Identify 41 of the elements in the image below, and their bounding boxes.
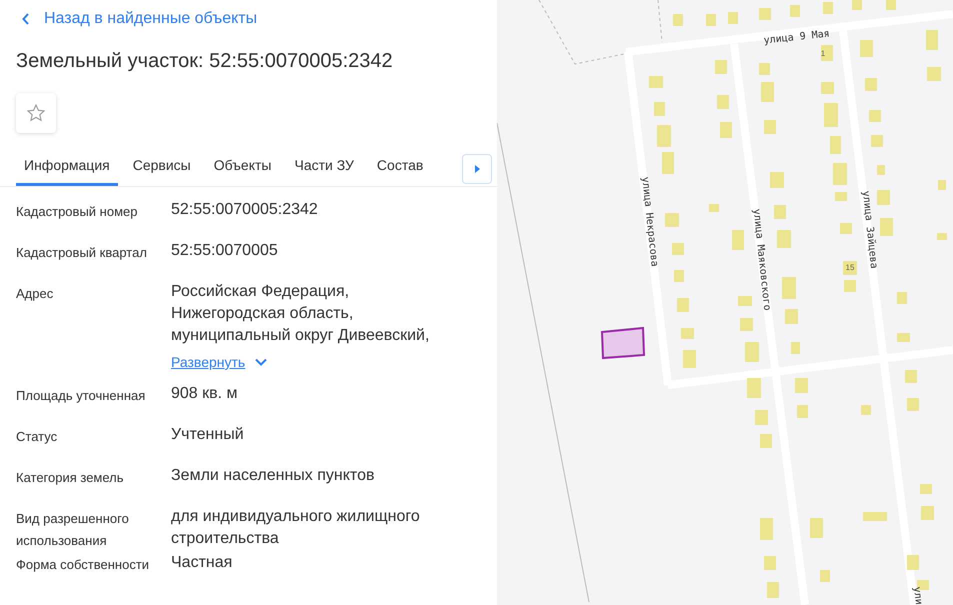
map-drawing[interactable]: улица 9 Мая улица Некрасова улица Маяковского улица Зайцева ули 1 15 — [497, 0, 953, 605]
field-label: Вид разрешенного использования — [16, 510, 130, 550]
triangle-right-icon — [474, 165, 480, 173]
expand-link[interactable]: Развернуть — [171, 351, 268, 373]
field-label: Форма собственности — [16, 556, 150, 574]
house-number: 15 — [846, 263, 854, 272]
tab[interactable]: Сервисы — [124, 151, 199, 186]
field-value: муниципальный округ Дивеевский, — [171, 326, 430, 346]
field-label: Кадастровый номер — [16, 203, 138, 221]
land-parcel — [600, 326, 646, 360]
field-value: для индивидуального жилищного строительства — [171, 507, 421, 549]
tab[interactable]: Части ЗУ — [286, 151, 362, 186]
street-label: улица 9 Мая — [763, 28, 830, 46]
street-label: улица Маяковского — [750, 208, 772, 312]
back-link[interactable]: Назад в найденные объекты — [22, 8, 258, 30]
field-value: Российская Федерация, — [171, 282, 350, 302]
field-label: Адрес — [16, 285, 54, 303]
tab[interactable]: Информация — [16, 151, 118, 186]
street-label: улица Некрасова — [639, 176, 660, 268]
field-value: Учтенный — [171, 425, 245, 445]
field-value: Земли населенных пунктов — [171, 466, 376, 486]
tab[interactable]: Состав — [368, 151, 432, 186]
field-value: 52:55:0070005 — [171, 241, 279, 261]
chevron-down-icon — [255, 358, 268, 366]
house-number: 1 — [820, 49, 826, 58]
field-label: Категория земель — [16, 469, 125, 487]
field-value: 908 кв. м — [171, 384, 239, 404]
street-label: улица Зайцева — [860, 190, 880, 270]
field-value: Нижегородская область, — [171, 304, 354, 324]
field-label: Статус — [16, 428, 58, 446]
field-value: Частная — [171, 553, 234, 573]
tab[interactable]: Объекты — [206, 151, 280, 186]
street-label: ули — [911, 586, 924, 605]
star-icon — [26, 103, 46, 123]
chevron-left-icon — [22, 13, 30, 25]
page-title: Земельный участок: 52:55:0070005:2342 — [16, 50, 394, 73]
field-label: Площадь уточненная — [16, 387, 146, 405]
favorite-button[interactable] — [16, 93, 56, 133]
field-value: 52:55:0070005:2342 — [171, 200, 319, 220]
field-label: Кадастровый квартал — [16, 244, 148, 262]
scroll-tabs-button[interactable] — [462, 154, 492, 184]
